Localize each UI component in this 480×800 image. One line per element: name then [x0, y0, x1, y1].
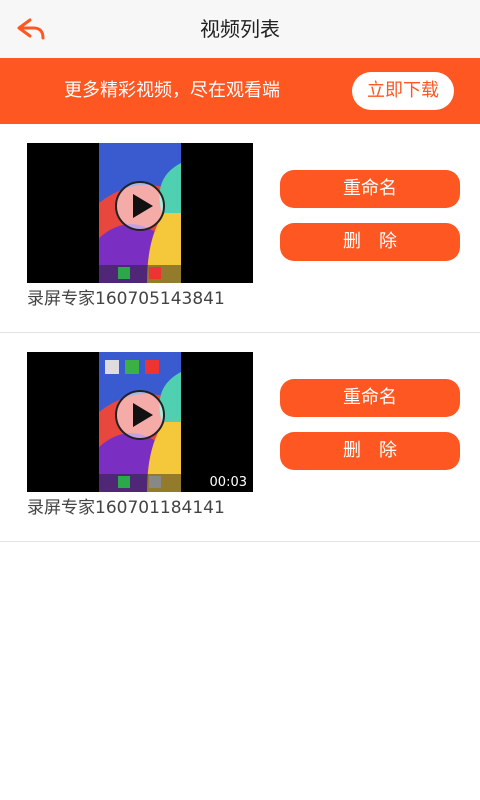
video-thumbnail-2[interactable]: 00:03: [27, 352, 253, 492]
delete-button-1[interactable]: 删 除: [280, 223, 460, 261]
page-title: 视频列表: [200, 17, 280, 41]
video-name-1: 录屏专家160705143841: [27, 289, 225, 309]
video-name-2: 录屏专家160701184141: [27, 498, 225, 518]
rename-button-2[interactable]: 重命名: [280, 379, 460, 417]
top-bar: 视频列表: [0, 0, 480, 58]
video-duration-2: 00:03: [209, 475, 247, 490]
divider: [0, 541, 480, 542]
download-now-button[interactable]: 立即下载: [352, 72, 454, 110]
banner-text: 更多精彩视频，尽在观看端: [64, 80, 280, 101]
video-thumbnail-1[interactable]: [27, 143, 253, 283]
rename-button-1[interactable]: 重命名: [280, 170, 460, 208]
divider: [0, 332, 480, 333]
delete-button-2[interactable]: 删 除: [280, 432, 460, 470]
